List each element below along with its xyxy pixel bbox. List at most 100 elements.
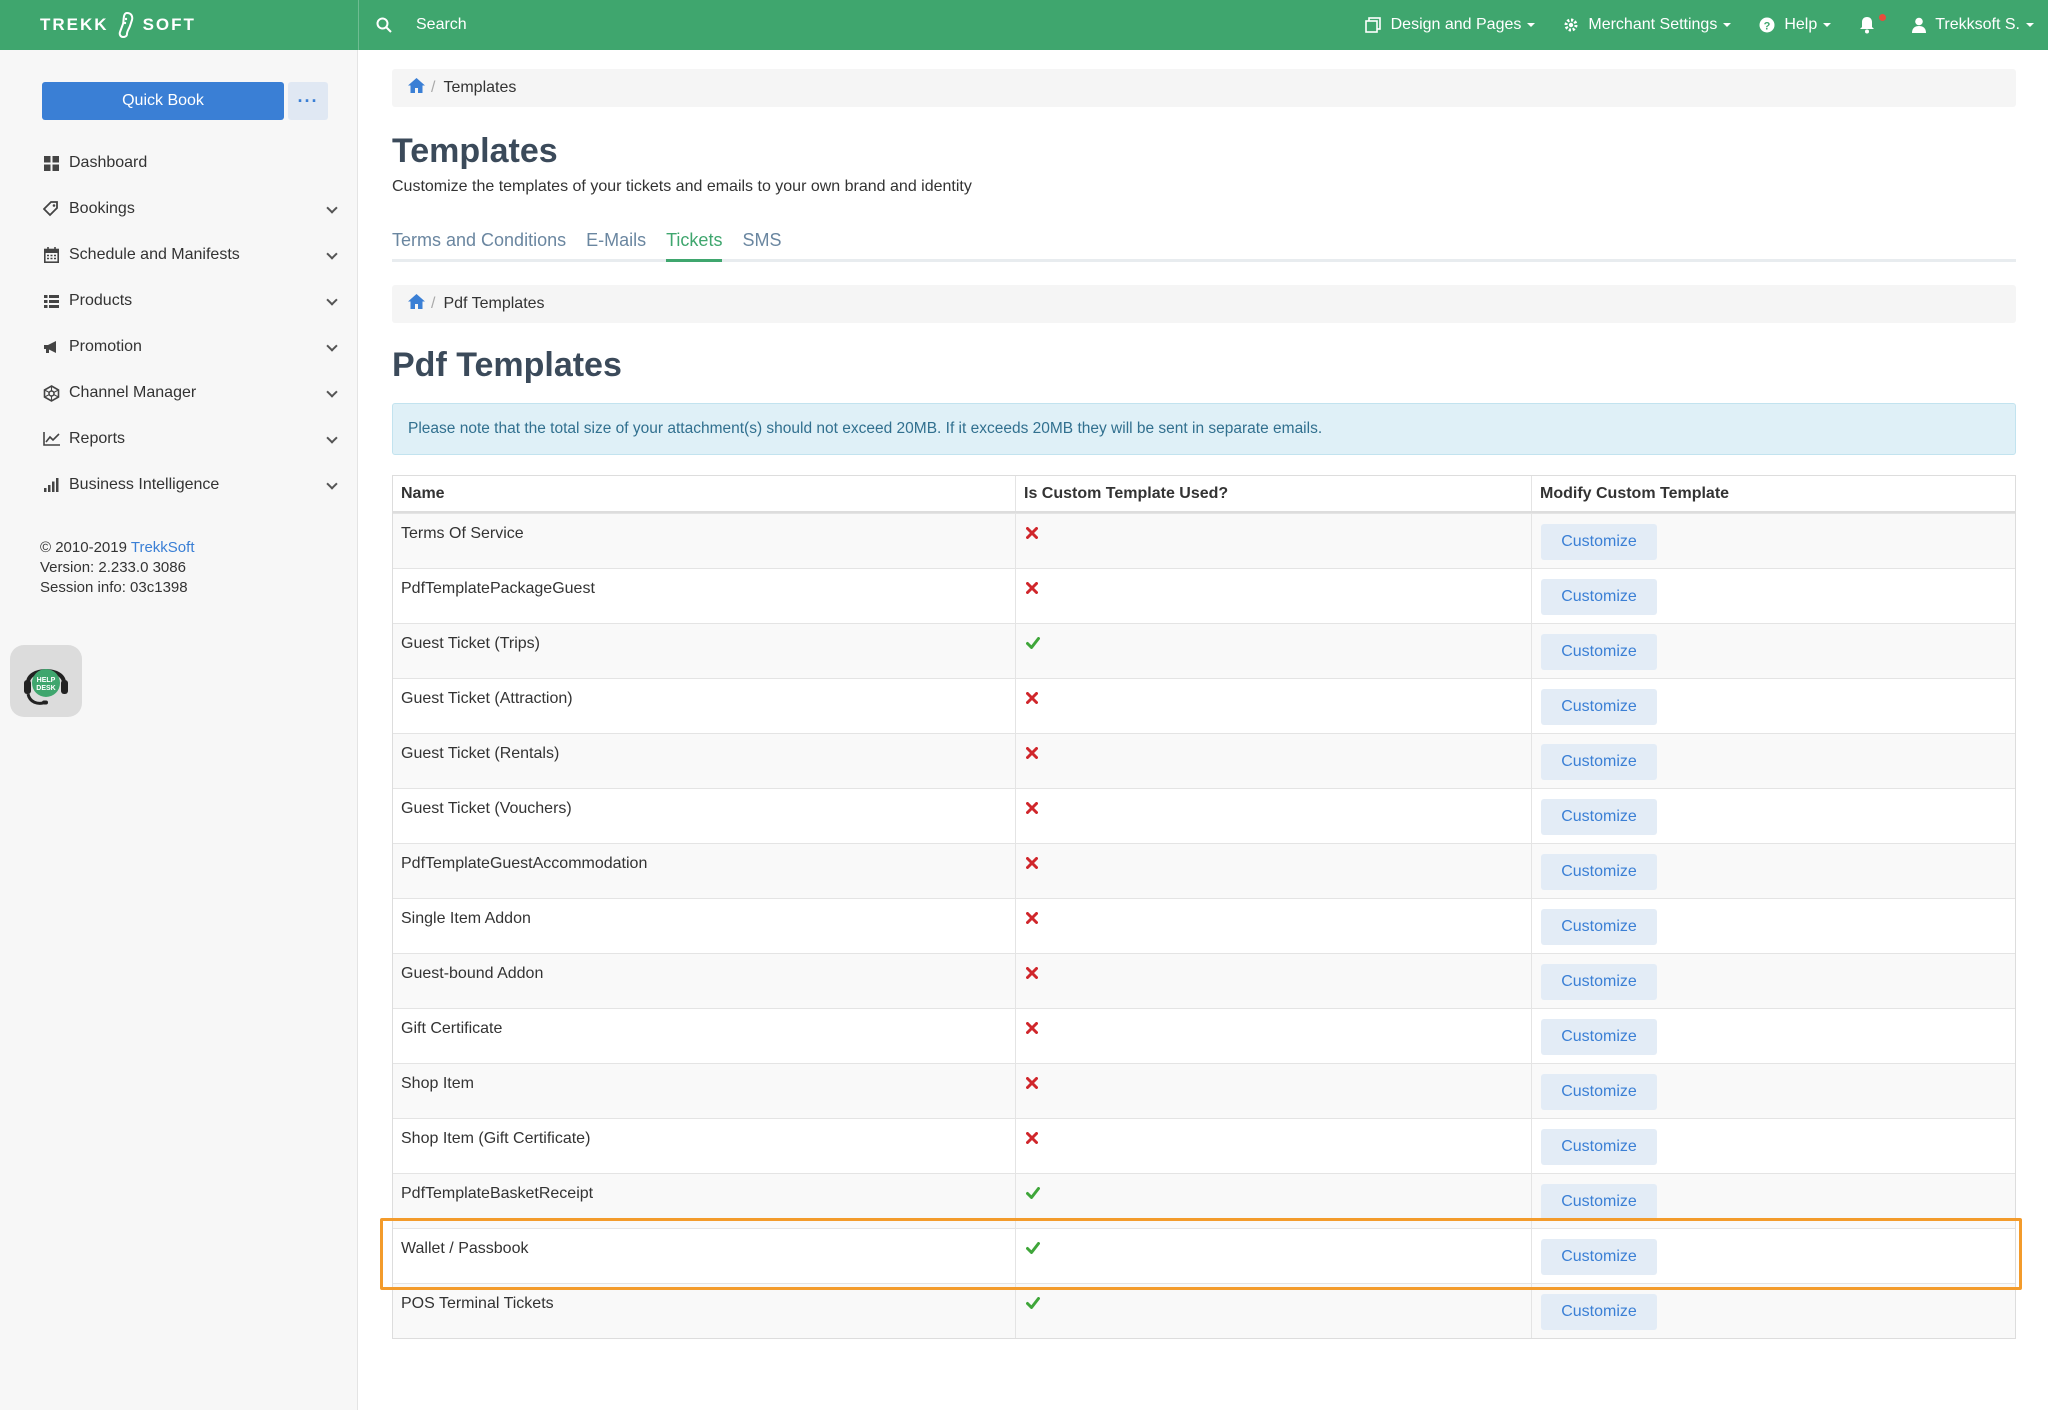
template-name: Guest Ticket (Trips) bbox=[393, 624, 1016, 678]
sidebar: Quick Book ··· Dashboard Bookings Schedu… bbox=[0, 50, 358, 1410]
home-icon[interactable] bbox=[408, 294, 425, 314]
template-name: Single Item Addon bbox=[393, 899, 1016, 953]
customize-button[interactable]: Customize bbox=[1541, 1294, 1657, 1330]
customize-button[interactable]: Customize bbox=[1541, 909, 1657, 945]
column-header-custom-used: Is Custom Template Used? bbox=[1016, 476, 1532, 511]
sidebar-item-label: Channel Manager bbox=[69, 384, 197, 401]
user-menu[interactable]: Trekksoft S. bbox=[1912, 16, 2034, 34]
breadcrumb-separator: / bbox=[431, 295, 436, 312]
copyright-line: © 2010-2019 TrekkSoft bbox=[40, 538, 195, 558]
modify-cell: Customize bbox=[1532, 899, 2015, 953]
breadcrumb-current: Templates bbox=[443, 79, 517, 96]
modify-cell: Customize bbox=[1532, 1064, 2015, 1118]
sidebar-item-label: Bookings bbox=[69, 200, 135, 217]
help-icon: ? bbox=[1759, 17, 1775, 33]
list-icon bbox=[42, 293, 60, 309]
merchant-settings-label: Merchant Settings bbox=[1588, 16, 1718, 33]
customize-button[interactable]: Customize bbox=[1541, 689, 1657, 725]
notification-dot bbox=[1879, 14, 1887, 21]
sidebar-item-promotion[interactable]: Promotion bbox=[0, 324, 358, 370]
customize-button[interactable]: Customize bbox=[1541, 964, 1657, 1000]
tab-sms[interactable]: SMS bbox=[742, 226, 781, 262]
modify-cell: Customize bbox=[1532, 679, 2015, 733]
customize-button[interactable]: Customize bbox=[1541, 1019, 1657, 1055]
home-icon[interactable] bbox=[408, 78, 425, 98]
chevron-down-icon bbox=[326, 432, 338, 444]
design-and-pages-label: Design and Pages bbox=[1390, 16, 1522, 33]
sub-breadcrumb: / Pdf Templates bbox=[392, 285, 2016, 323]
chevron-down-icon bbox=[326, 386, 338, 398]
customize-button[interactable]: Customize bbox=[1541, 1129, 1657, 1165]
customize-button[interactable]: Customize bbox=[1541, 1074, 1657, 1110]
search-box[interactable]: Search bbox=[376, 0, 467, 50]
sidebar-item-products[interactable]: Products bbox=[0, 278, 358, 324]
cross-icon bbox=[1026, 801, 1038, 819]
table-header-row: Name Is Custom Template Used? Modify Cus… bbox=[393, 476, 2015, 513]
topbar-divider bbox=[358, 0, 359, 50]
merchant-settings-menu[interactable]: Merchant Settings bbox=[1563, 16, 1732, 34]
bar-chart-icon bbox=[42, 477, 60, 493]
table-row: Gift Certificate Customize bbox=[393, 1008, 2015, 1063]
tab-terms-and-conditions[interactable]: Terms and Conditions bbox=[392, 226, 566, 262]
modify-cell: Customize bbox=[1532, 734, 2015, 788]
sidebar-item-business-intelligence[interactable]: Business Intelligence bbox=[0, 462, 358, 508]
custom-used-status bbox=[1016, 679, 1532, 733]
caret-down-icon bbox=[1823, 23, 1832, 27]
modify-cell: Customize bbox=[1532, 514, 2015, 568]
customize-button[interactable]: Customize bbox=[1541, 579, 1657, 615]
more-options-button[interactable]: ··· bbox=[288, 82, 328, 120]
sidebar-item-schedule[interactable]: Schedule and Manifests bbox=[0, 232, 358, 278]
trekksoft-link[interactable]: TrekkSoft bbox=[131, 539, 195, 556]
notifications-button[interactable] bbox=[1859, 14, 1887, 34]
cross-icon bbox=[1026, 856, 1038, 874]
modify-cell: Customize bbox=[1532, 1119, 2015, 1173]
design-and-pages-menu[interactable]: Design and Pages bbox=[1364, 16, 1536, 34]
customize-button[interactable]: Customize bbox=[1541, 744, 1657, 780]
table-row: Guest-bound Addon Customize bbox=[393, 953, 2015, 1008]
sidebar-item-reports[interactable]: Reports bbox=[0, 416, 358, 462]
custom-used-status bbox=[1016, 1064, 1532, 1118]
template-name: Guest-bound Addon bbox=[393, 954, 1016, 1008]
logo-text-left: TREKK bbox=[40, 15, 109, 34]
logo-text-right: SOFT bbox=[142, 15, 196, 34]
logo[interactable]: TREKK SOFT bbox=[40, 0, 196, 50]
sidebar-item-channel-manager[interactable]: Channel Manager bbox=[0, 370, 358, 416]
cross-icon bbox=[1026, 911, 1038, 929]
pages-icon bbox=[1364, 17, 1381, 33]
sidebar-item-label: Business Intelligence bbox=[69, 476, 220, 493]
customize-button[interactable]: Customize bbox=[1541, 1184, 1657, 1220]
user-label: Trekksoft S. bbox=[1935, 16, 2020, 33]
network-icon bbox=[42, 384, 60, 402]
tab-e-mails[interactable]: E-Mails bbox=[586, 226, 646, 262]
cross-icon bbox=[1026, 1076, 1038, 1094]
template-name: Gift Certificate bbox=[393, 1009, 1016, 1063]
table-row: POS Terminal Tickets Customize bbox=[393, 1283, 2015, 1338]
custom-used-status bbox=[1016, 514, 1532, 568]
customize-button[interactable]: Customize bbox=[1541, 799, 1657, 835]
line-chart-icon bbox=[42, 431, 60, 447]
headset-icon: HELP DESK bbox=[24, 669, 68, 705]
sidebar-item-bookings[interactable]: Bookings bbox=[0, 186, 358, 232]
table-row: Terms Of Service Customize bbox=[393, 513, 2015, 568]
customize-button[interactable]: Customize bbox=[1541, 854, 1657, 890]
custom-used-status bbox=[1016, 734, 1532, 788]
modify-cell: Customize bbox=[1532, 1284, 2015, 1338]
check-icon bbox=[1026, 636, 1040, 654]
table-row: PdfTemplatePackageGuest Customize bbox=[393, 568, 2015, 623]
version-text: Version: 2.233.0 3086 bbox=[40, 559, 186, 576]
tab-tickets[interactable]: Tickets bbox=[666, 226, 723, 262]
session-text: Session info: 03c1398 bbox=[40, 579, 188, 596]
check-icon bbox=[1026, 1296, 1040, 1314]
table-row: Guest Ticket (Trips) Customize bbox=[393, 623, 2015, 678]
cross-icon bbox=[1026, 1131, 1038, 1149]
customize-button[interactable]: Customize bbox=[1541, 524, 1657, 560]
help-menu[interactable]: ? Help bbox=[1759, 16, 1832, 34]
caret-down-icon bbox=[1527, 23, 1536, 27]
page-title: Templates bbox=[392, 132, 558, 170]
helpdesk-button[interactable]: HELP DESK bbox=[10, 645, 82, 717]
quick-book-button[interactable]: Quick Book bbox=[42, 82, 284, 120]
customize-button[interactable]: Customize bbox=[1541, 634, 1657, 670]
sidebar-item-dashboard[interactable]: Dashboard bbox=[0, 140, 358, 186]
breadcrumb-separator: / bbox=[431, 79, 436, 96]
info-alert: Please note that the total size of your … bbox=[392, 403, 2016, 455]
